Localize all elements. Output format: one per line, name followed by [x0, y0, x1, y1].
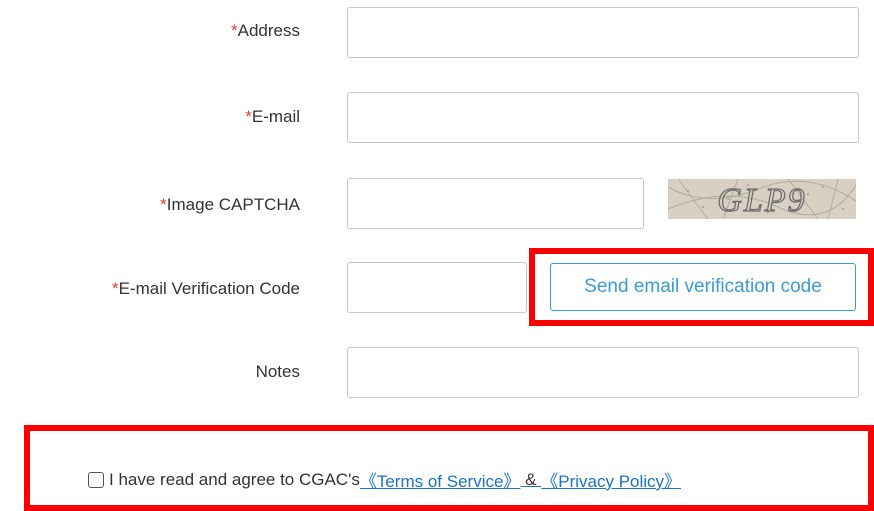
address-label: *Address	[231, 21, 300, 41]
agreement-text: I have read and agree to CGAC's	[109, 469, 360, 489]
agreement-row: I have read and agree to CGAC's 《Terms o…	[88, 467, 681, 492]
agreement-separator: &	[520, 470, 541, 490]
email-label: *E-mail	[245, 107, 300, 127]
captcha-input[interactable]	[347, 178, 644, 229]
email-input[interactable]	[347, 92, 859, 143]
captcha-required-mark: *	[160, 195, 167, 214]
captcha-text: GLP9	[717, 182, 806, 219]
email-required-mark: *	[245, 107, 252, 126]
email-label-text: E-mail	[251, 107, 300, 126]
notes-input[interactable]	[347, 347, 859, 398]
verification-required-mark: *	[111, 279, 119, 298]
address-input[interactable]	[347, 7, 859, 58]
captcha-label: *Image CAPTCHA	[160, 195, 300, 215]
separator-text: &	[525, 469, 537, 489]
address-required-mark: *	[231, 21, 238, 40]
registration-form: *Address *E-mail *Image CAPTCHA GLP9 *E-…	[0, 0, 874, 511]
terms-of-service-link[interactable]: 《Terms of Service》	[360, 467, 521, 492]
agreement-checkbox[interactable]	[88, 471, 104, 488]
captcha-label-text: Image CAPTCHA	[166, 195, 300, 214]
captcha-image-graphic: GLP9	[668, 179, 856, 219]
address-label-text: Address	[237, 21, 300, 40]
notes-label-text: Notes	[255, 362, 300, 381]
privacy-policy-link[interactable]: 《Privacy Policy》	[541, 467, 681, 492]
captcha-image[interactable]: GLP9	[668, 179, 856, 219]
verification-label: *E-mail Verification Code	[112, 279, 300, 299]
send-verification-code-button[interactable]: Send email verification code	[550, 263, 856, 311]
notes-label: Notes	[256, 362, 300, 382]
verification-label-text: E-mail Verification Code	[118, 279, 300, 298]
verification-code-input[interactable]	[347, 262, 527, 313]
